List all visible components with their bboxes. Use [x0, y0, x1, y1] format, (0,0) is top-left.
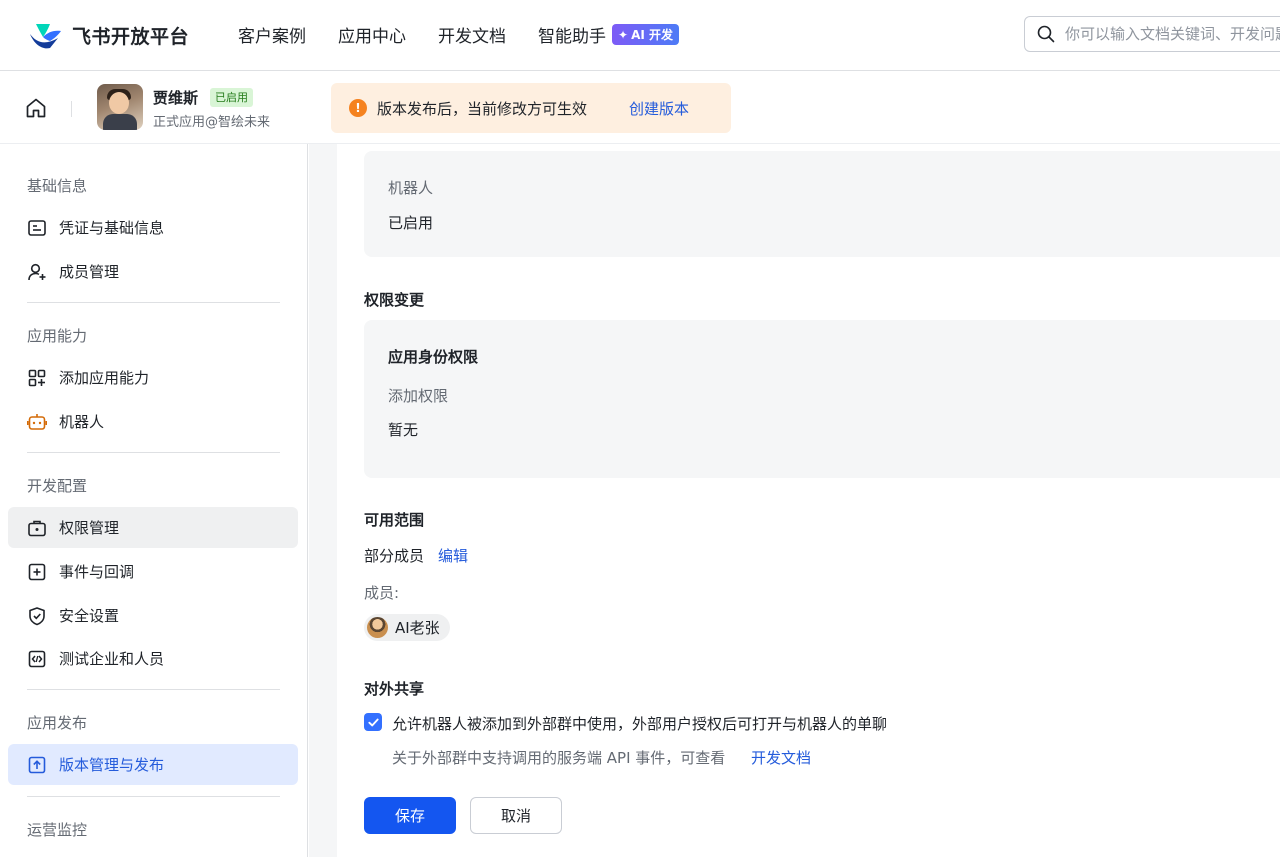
- check-icon: [367, 718, 379, 726]
- section-title-scope: 可用范围: [364, 511, 425, 529]
- allow-external-label[interactable]: 允许机器人被添加到外部群中使用，外部用户授权后可打开与机器人的单聊: [392, 713, 887, 734]
- main-content: 机器人 已启用 权限变更 应用身份权限 添加权限 暂无 可用范围 部分成员 编辑…: [309, 144, 1280, 857]
- platform-logo[interactable]: 飞书开放平台: [28, 20, 189, 50]
- search-icon: [1037, 25, 1055, 43]
- event-add-icon: [28, 563, 46, 580]
- group-title-basic: 基础信息: [27, 177, 88, 195]
- warning-icon: !: [349, 99, 367, 117]
- robot-label: 机器人: [388, 179, 434, 197]
- member-chip: AI老张: [364, 614, 450, 641]
- add-user-icon: [28, 263, 46, 280]
- sidebar-item-label: 成员管理: [59, 263, 120, 281]
- permission-card: 应用身份权限 添加权限 暂无: [364, 320, 1280, 478]
- group-title-release: 应用发布: [27, 714, 88, 732]
- sidebar-item-security[interactable]: 安全设置: [8, 595, 298, 636]
- sidebar-item-label: 测试企业和人员: [59, 650, 165, 668]
- nav-app-center[interactable]: 应用中心: [338, 22, 406, 47]
- app-avatar: [97, 84, 143, 130]
- app-subtitle: 正式应用@智绘未来: [153, 115, 271, 130]
- app-header: 贾维斯 已启用 正式应用@智绘未来 ! 版本发布后，当前修改方可生效 创建版本: [0, 71, 1280, 144]
- cancel-button[interactable]: 取消: [470, 797, 562, 834]
- platform-name: 飞书开放平台: [72, 25, 190, 48]
- id-card-icon: [28, 219, 46, 236]
- nav-customer-cases[interactable]: 客户案例: [238, 22, 306, 47]
- sidebar-item-label: 事件与回调: [59, 563, 135, 581]
- top-navigation: 飞书开放平台 客户案例 应用中心 开发文档 智能助手 ✦ AI 开发: [0, 0, 1280, 71]
- sidebar-item-label: 安全设置: [59, 607, 120, 625]
- dev-docs-link[interactable]: 开发文档: [751, 747, 811, 768]
- sidebar-divider: [27, 689, 280, 690]
- nav-dev-docs[interactable]: 开发文档: [438, 22, 506, 47]
- apps-add-icon: [28, 369, 46, 386]
- ai-dev-badge[interactable]: ✦ AI 开发: [612, 24, 679, 45]
- sidebar-item-robot[interactable]: 机器人: [8, 401, 298, 442]
- sidebar-item-permissions[interactable]: 权限管理: [8, 507, 298, 548]
- scope-value: 部分成员: [364, 547, 425, 565]
- avatar: [367, 617, 388, 638]
- header-divider: [71, 101, 72, 117]
- permission-card-title: 应用身份权限: [388, 348, 479, 366]
- members-label: 成员:: [364, 584, 400, 602]
- robot-icon: [27, 413, 47, 430]
- member-name: AI老张: [395, 619, 440, 637]
- sidebar-item-label: 添加应用能力: [59, 369, 150, 387]
- sidebar-item-label: 凭证与基础信息: [59, 219, 165, 237]
- briefcase-icon: [28, 520, 46, 536]
- sidebar-divider: [27, 796, 280, 797]
- nav-smart-assistant[interactable]: 智能助手: [538, 22, 606, 47]
- app-name: 贾维斯: [153, 89, 199, 107]
- code-icon: [28, 650, 46, 667]
- sidebar-item-label: 权限管理: [59, 519, 120, 537]
- add-permission-value: 暂无: [388, 421, 419, 439]
- upload-icon: [28, 756, 46, 773]
- sidebar: 基础信息 凭证与基础信息 成员管理 应用能力 添加应用能力 机器人 开发配置 权…: [0, 144, 308, 857]
- ai-dev-badge-label: AI 开发: [631, 28, 673, 42]
- home-icon[interactable]: [24, 96, 48, 120]
- search-box[interactable]: [1024, 16, 1280, 52]
- status-badge: 已启用: [210, 88, 253, 107]
- search-input[interactable]: [1065, 25, 1280, 43]
- create-version-link[interactable]: 创建版本: [629, 98, 689, 119]
- version-detail-panel: 机器人 已启用 权限变更 应用身份权限 添加权限 暂无 可用范围 部分成员 编辑…: [337, 144, 1280, 857]
- sidebar-item-version-release[interactable]: 版本管理与发布: [8, 744, 298, 785]
- save-button[interactable]: 保存: [364, 797, 456, 834]
- section-title-permission-changes: 权限变更: [364, 291, 425, 309]
- sidebar-item-test-tenants[interactable]: 测试企业和人员: [8, 638, 298, 679]
- robot-card: 机器人 已启用: [364, 151, 1280, 257]
- add-permission-label: 添加权限: [388, 387, 449, 405]
- section-title-external-sharing: 对外共享: [364, 680, 425, 698]
- sidebar-item-events[interactable]: 事件与回调: [8, 551, 298, 592]
- edit-scope-link[interactable]: 编辑: [438, 545, 468, 566]
- sidebar-item-credentials[interactable]: 凭证与基础信息: [8, 207, 298, 248]
- sharing-hint: 关于外部群中支持调用的服务端 API 事件，可查看: [392, 749, 726, 767]
- group-title-dev-config: 开发配置: [27, 477, 88, 495]
- publish-notice: ! 版本发布后，当前修改方可生效 创建版本: [331, 83, 731, 133]
- group-title-capabilities: 应用能力: [27, 327, 88, 345]
- notice-message: 版本发布后，当前修改方可生效: [377, 99, 588, 118]
- allow-external-checkbox[interactable]: [364, 713, 382, 731]
- sidebar-divider: [27, 302, 280, 303]
- shield-icon: [29, 606, 45, 625]
- main-nav: 客户案例 应用中心 开发文档 智能助手 ✦ AI 开发: [238, 22, 679, 47]
- sidebar-item-add-capability[interactable]: 添加应用能力: [8, 357, 298, 398]
- robot-value: 已启用: [388, 214, 434, 232]
- feishu-logo-icon: [30, 24, 61, 49]
- sidebar-divider: [27, 452, 280, 453]
- sparkle-icon: ✦: [618, 27, 629, 42]
- sidebar-item-label: 版本管理与发布: [59, 756, 165, 774]
- sidebar-item-label: 机器人: [59, 413, 105, 431]
- sidebar-item-members[interactable]: 成员管理: [8, 251, 298, 292]
- group-title-monitoring: 运营监控: [27, 821, 88, 839]
